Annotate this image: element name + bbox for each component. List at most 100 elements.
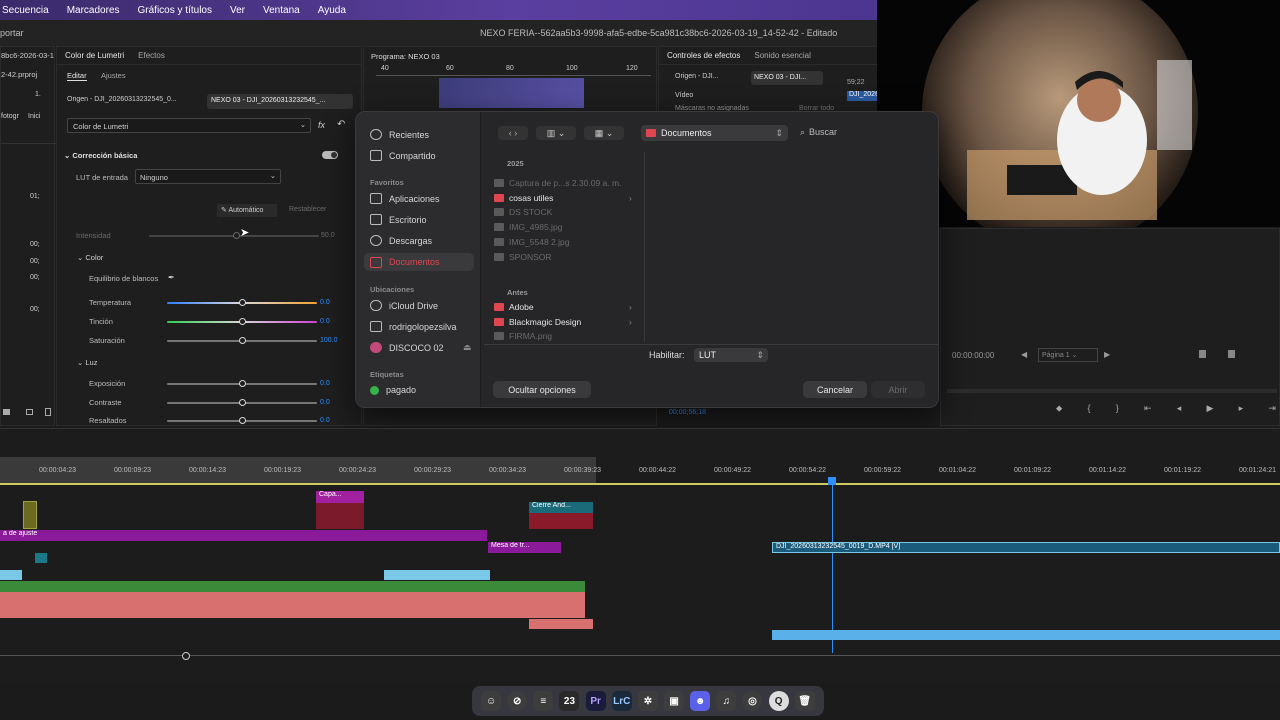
tab-lumetri[interactable]: Color de Lumetri [65, 51, 124, 60]
mark-in-icon[interactable]: { [1088, 403, 1091, 414]
eyedropper-icon[interactable]: ✒ [168, 273, 175, 282]
menu-marcadores[interactable]: Marcadores [67, 5, 120, 16]
cancel-button[interactable]: Cancelar [803, 381, 867, 398]
tab-efectos[interactable]: Efectos [138, 51, 165, 60]
clip-mini[interactable] [35, 553, 47, 563]
column-view-button[interactable]: ▥ ⌄ [536, 126, 576, 140]
lut-select[interactable]: Ninguno ⌄ [135, 169, 281, 184]
settings-icon[interactable] [1228, 350, 1235, 358]
eject-icon[interactable]: ⏏ [463, 342, 472, 353]
clip-cierre-body[interactable] [529, 513, 593, 529]
scroll-bar[interactable] [947, 389, 1277, 393]
fx-icon[interactable]: fx [318, 120, 325, 130]
app-icon[interactable]: ▣ [664, 691, 685, 711]
step-back-icon[interactable]: ◂ [1177, 403, 1182, 414]
effect-clip-bar[interactable]: DJI_2026 [847, 91, 879, 101]
intensity-knob[interactable] [233, 232, 240, 239]
intensity-value[interactable]: 50.0 [321, 232, 335, 239]
highlights-slider[interactable] [167, 417, 317, 424]
premiere-icon[interactable]: Pr [585, 691, 606, 711]
section-light[interactable]: ⌄ Luz [77, 358, 97, 367]
highlights-value[interactable]: 0.0 [320, 417, 330, 424]
grid-view-button[interactable]: ▦ ⌄ [584, 126, 624, 140]
file-row[interactable]: Adobe › [494, 302, 632, 312]
playhead-handle[interactable] [828, 477, 836, 485]
export-label[interactable]: portar [0, 28, 24, 38]
sidebar-item-icloud[interactable]: iCloud Drive [370, 300, 438, 311]
step-forward-icon[interactable]: ▸ [1239, 403, 1244, 414]
menu-secuencia[interactable]: Secuencia [2, 5, 49, 16]
sidebar-item-recent[interactable]: Recientes [370, 129, 429, 140]
audio-clip[interactable] [0, 570, 22, 580]
effect-source-tab[interactable]: Origen - DJI... [675, 73, 719, 80]
source-timecode[interactable]: 00:00:00:00 [952, 351, 994, 360]
exposure-slider[interactable] [167, 380, 317, 387]
saturation-value[interactable]: 100.0 [320, 337, 338, 344]
subtab-editar[interactable]: Editar [67, 71, 87, 81]
basic-correction-toggle[interactable] [322, 151, 338, 159]
sidebar-item-home[interactable]: rodrigolopezsilva [370, 321, 457, 332]
reset-button[interactable]: Restablecer [285, 204, 335, 217]
program-title[interactable]: Programa: NEXO 03 [371, 52, 440, 61]
menu-ver[interactable]: Ver [230, 5, 245, 16]
audio-clip[interactable] [384, 570, 490, 580]
open-button[interactable]: Abrir [871, 381, 925, 398]
prev-page-icon[interactable]: ◀ [1021, 350, 1027, 359]
saturation-slider[interactable] [167, 337, 317, 344]
safari-icon[interactable]: ⊘ [507, 691, 528, 711]
source-clip-tab[interactable]: Origen - DJI_20260313232545_0... [67, 96, 203, 108]
audio-clip-tail[interactable] [529, 619, 593, 629]
sidebar-item-downloads[interactable]: Descargas [370, 235, 432, 246]
calendar-icon[interactable]: 23 [559, 691, 580, 711]
sidebar-item-applications[interactable]: Aplicaciones [370, 193, 440, 204]
clip-cierre[interactable]: Cierre And... [529, 502, 593, 513]
hide-options-button[interactable]: Ocultar opciones [493, 381, 591, 398]
sidebar-item-desktop[interactable]: Escritorio [370, 214, 427, 225]
enable-select[interactable]: LUT ⇕ [694, 348, 768, 362]
audio-music-clip[interactable] [0, 581, 585, 592]
search-field[interactable]: ⌕ Buscar [800, 127, 837, 138]
marker-icon[interactable]: ⬥ [1056, 403, 1062, 414]
sidebar-item-shared[interactable]: Compartido [370, 150, 436, 161]
exposure-knob[interactable] [239, 380, 246, 387]
saturation-knob[interactable] [239, 337, 246, 344]
tint-slider[interactable] [167, 318, 317, 325]
page-select[interactable]: Página 1 ⌄ [1038, 348, 1098, 362]
trash-icon[interactable]: 🗑 [794, 691, 815, 711]
tint-knob[interactable] [239, 318, 246, 325]
highlights-knob[interactable] [239, 417, 246, 424]
mark-out-icon[interactable]: } [1116, 403, 1119, 414]
contrast-knob[interactable] [239, 399, 246, 406]
temperature-knob[interactable] [239, 299, 246, 306]
new-bin-icon[interactable] [26, 409, 33, 415]
contrast-value[interactable]: 0.0 [320, 399, 330, 406]
playhead[interactable] [832, 477, 833, 653]
clip-mesa[interactable]: Mesa de tr... [488, 542, 561, 553]
file-row[interactable]: cosas utiles › [494, 193, 632, 203]
clip-capa-body[interactable] [316, 503, 364, 529]
music-icon[interactable]: ♫ [716, 691, 737, 711]
go-to-in-icon[interactable]: ⇤ [1144, 403, 1152, 414]
notes-icon[interactable]: ≡ [533, 691, 554, 711]
auto-button[interactable]: ✎ Automático [217, 204, 277, 217]
sequence-clip-tab[interactable]: NEXO 03 - DJI_20260313232545_... [207, 94, 353, 109]
export-frame-icon[interactable] [1199, 350, 1206, 358]
sidebar-item-disk[interactable]: DISCOCO 02 ⏏ [370, 342, 472, 353]
finder-icon[interactable]: ☺ [481, 691, 502, 711]
intensity-slider[interactable] [149, 232, 319, 239]
activity-monitor-icon[interactable]: ◎ [742, 691, 763, 711]
menu-graficos[interactable]: Gráficos y títulos [138, 5, 212, 16]
temperature-slider[interactable] [167, 299, 317, 306]
zoom-track[interactable] [0, 655, 1280, 656]
tab-effect-controls[interactable]: Controles de efectos [667, 51, 740, 60]
play-icon[interactable]: ▶ [1207, 403, 1214, 414]
effect-seq-tab[interactable]: NEXO 03 - DJI... [751, 71, 823, 85]
clip-small[interactable] [23, 501, 37, 529]
sidebar-item-tag-paid[interactable]: pagado [370, 385, 416, 395]
tint-value[interactable]: 0.0 [320, 318, 330, 325]
subtab-ajustes[interactable]: Ajustes [101, 71, 126, 80]
menu-ayuda[interactable]: Ayuda [318, 5, 346, 16]
go-to-out-icon[interactable]: ⇥ [1268, 403, 1276, 414]
sidebar-item-documents[interactable]: Documentos [364, 253, 474, 271]
file-row[interactable]: Blackmagic Design › [494, 317, 632, 327]
